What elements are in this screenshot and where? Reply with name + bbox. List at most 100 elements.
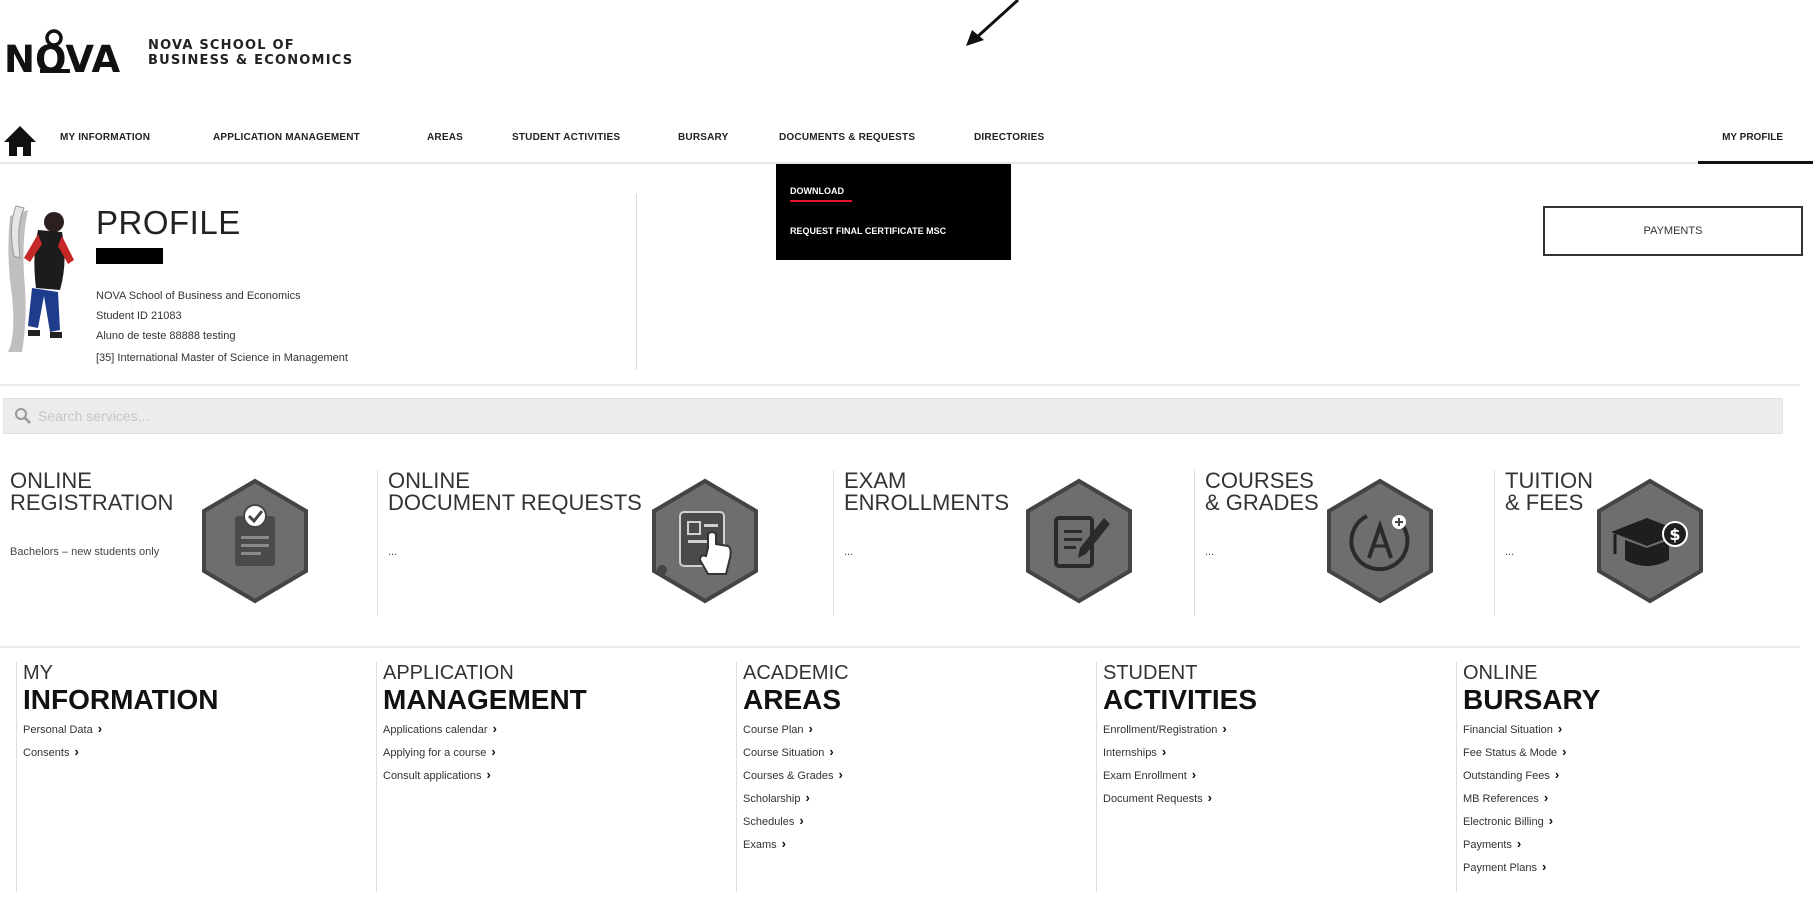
service-title-line2: & FEES (1505, 490, 1584, 515)
section-link[interactable]: Applying for a course › (383, 741, 716, 764)
graduation-cap-money-icon: $ (1597, 478, 1703, 604)
section-link[interactable]: Applications calendar › (383, 718, 716, 741)
nav-student-activities[interactable]: STUDENT ACTIVITIES (512, 132, 620, 143)
chevron-right-icon: › (808, 721, 813, 736)
nav-areas[interactable]: AREAS (427, 132, 463, 143)
section-link[interactable]: Electronic Billing › (1463, 810, 1796, 833)
grade-a-icon (1327, 478, 1433, 604)
section-link[interactable]: Course Plan › (743, 718, 1076, 741)
service-description: ... (844, 546, 854, 558)
section-link-label: Electronic Billing (1463, 816, 1544, 828)
nav-my-profile-label: MY PROFILE (1722, 132, 1783, 143)
section-link-list: Course Plan › Course Situation › Courses &… (743, 718, 1076, 856)
section-link-list: Personal Data › Consents › (23, 718, 356, 764)
chevron-right-icon: › (1548, 813, 1554, 828)
section-link-label: Schedules (743, 816, 795, 828)
service-card-courses-grades[interactable]: COURSES & GRADES ... (1194, 470, 1494, 616)
section-link-label: Consult applications (383, 770, 482, 782)
service-card-tuition-fees[interactable]: TUITION & FEES ... $ (1494, 470, 1794, 616)
nav-my-information[interactable]: MY INFORMATION (60, 132, 150, 143)
section-link[interactable]: Payments › (1463, 833, 1796, 856)
section-link[interactable]: Personal Data › (23, 718, 356, 741)
search-input[interactable] (38, 408, 1738, 424)
nav-directories[interactable]: DIRECTORIES (974, 132, 1044, 143)
chevron-right-icon: › (1541, 859, 1547, 874)
service-description: ... (1205, 546, 1215, 558)
search-icon (15, 408, 31, 424)
section-link[interactable]: Internships › (1103, 741, 1436, 764)
service-title: EXAM ENROLLMENTS (844, 470, 1009, 514)
nav-application-management[interactable]: APPLICATION MANAGEMENT (213, 132, 360, 143)
section-link-label: Applying for a course (383, 747, 487, 759)
payments-button[interactable]: PAYMENTS (1543, 206, 1803, 256)
service-description: Bachelors – new students only (10, 546, 160, 558)
service-card-exam-enrollments[interactable]: EXAM ENROLLMENTS ... (833, 470, 1195, 616)
service-description: ... (388, 546, 398, 558)
dropdown-item-download[interactable]: DOWNLOAD (790, 186, 844, 196)
active-item-underline (790, 200, 852, 202)
home-icon[interactable] (2, 120, 38, 160)
section-link-label: Scholarship (743, 793, 801, 805)
profile-student-id: Student ID 21083 (96, 310, 182, 322)
clipboard-check-icon (202, 478, 308, 604)
section-link-list: Financial Situation › Fee Status & Mode › … (1463, 718, 1796, 879)
section-link[interactable]: Courses & Grades › (743, 764, 1076, 787)
chevron-right-icon: › (1191, 767, 1197, 782)
edit-document-icon (1026, 478, 1132, 604)
service-card-online-document-requests[interactable]: ONLINE DOCUMENT REQUESTS ... (377, 470, 833, 616)
service-card-online-registration[interactable]: ONLINE REGISTRATION Bachelors – new stud… (0, 470, 378, 616)
chevron-right-icon: › (492, 721, 497, 736)
main-nav: MY INFORMATION APPLICATION MANAGEMENT AR… (0, 118, 1813, 164)
section-link[interactable]: Outstanding Fees › (1463, 764, 1796, 787)
nova-logo[interactable]: NOVA NOVA SCHOOL OF BUSINESS & ECONOMICS (4, 28, 353, 76)
section-link[interactable]: Course Situation › (743, 741, 1076, 764)
section-link-label: MB References (1463, 793, 1539, 805)
chevron-right-icon: › (1207, 790, 1213, 805)
service-title: TUITION & FEES (1505, 470, 1593, 514)
chevron-right-icon: › (805, 790, 810, 805)
section-link-list: Enrollment/Registration › Internships › Ex… (1103, 718, 1436, 810)
section-link[interactable]: Consents › (23, 741, 356, 764)
section-link[interactable]: Document Requests › (1103, 787, 1436, 810)
chevron-right-icon: › (1554, 767, 1560, 782)
service-title-line2: REGISTRATION (10, 490, 174, 515)
svg-text:$: $ (1669, 525, 1680, 544)
section-link[interactable]: Financial Situation › (1463, 718, 1796, 741)
search-bar (3, 398, 1783, 434)
avatar[interactable] (2, 196, 80, 354)
chevron-right-icon: › (1543, 790, 1549, 805)
nav-my-profile[interactable]: MY PROFILE (1698, 118, 1813, 164)
section-link[interactable]: MB References › (1463, 787, 1796, 810)
divider (0, 384, 1800, 386)
redacted-name-bar (96, 248, 163, 264)
chevron-right-icon: › (486, 767, 491, 782)
section-link-label: Document Requests (1103, 793, 1203, 805)
section-subtitle: ONLINE (1463, 662, 1538, 684)
section-link[interactable]: Enrollment/Registration › (1103, 718, 1436, 741)
section-link-label: Applications calendar (383, 724, 488, 736)
service-title-line1: ONLINE (10, 468, 92, 493)
section-online-bursary: ONLINE BURSARY Financial Situation › Fee … (1456, 662, 1796, 892)
service-title-line1: EXAM (844, 468, 907, 493)
nova-logo-mark: NOVA (4, 28, 121, 76)
section-link-label: Course Plan (743, 724, 804, 736)
section-link[interactable]: Consult applications › (383, 764, 716, 787)
section-link[interactable]: Payment Plans › (1463, 856, 1796, 879)
nav-documents-requests[interactable]: DOCUMENTS & REQUESTS (779, 132, 915, 143)
chevron-right-icon: › (491, 744, 496, 759)
section-link-label: Enrollment/Registration (1103, 724, 1218, 736)
dropdown-item-request-final-certificate[interactable]: REQUEST FINAL CERTIFICATE MSC (790, 226, 946, 236)
section-link[interactable]: Exam Enrollment › (1103, 764, 1436, 787)
section-link[interactable]: Fee Status & Mode › (1463, 741, 1796, 764)
chevron-right-icon: › (1222, 721, 1227, 736)
section-link[interactable]: Schedules › (743, 810, 1076, 833)
service-title: COURSES & GRADES (1205, 470, 1319, 514)
section-link[interactable]: Exams › (743, 833, 1076, 856)
section-link-list: Applications calendar › Applying for a co… (383, 718, 716, 787)
nav-bursary[interactable]: BURSARY (678, 132, 728, 143)
section-student-activities: STUDENT ACTIVITIES Enrollment/Registrati… (1096, 662, 1436, 892)
section-link-label: Exam Enrollment (1103, 770, 1187, 782)
profile-student-name: Aluno de teste 88888 testing (96, 330, 236, 342)
section-link[interactable]: Scholarship › (743, 787, 1076, 810)
section-subtitle: ACADEMIC (743, 662, 849, 684)
